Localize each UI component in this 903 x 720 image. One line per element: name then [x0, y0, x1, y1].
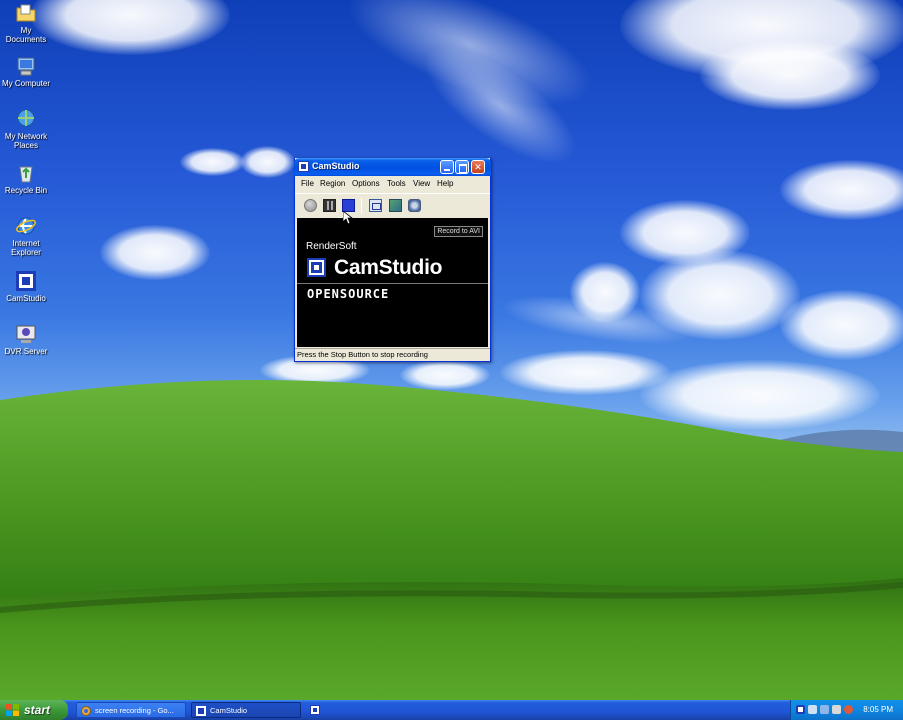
taskbar-item-browser[interactable]: screen recording - Go...	[76, 702, 186, 718]
clock[interactable]: 8:05 PM	[863, 700, 893, 720]
camstudio-window[interactable]: CamStudio ✕ File Region Options Tools Vi…	[294, 158, 491, 362]
start-label: start	[24, 703, 51, 717]
menu-tools[interactable]: Tools	[387, 179, 406, 188]
dvr-server-icon	[16, 325, 36, 343]
volume-tray-icon[interactable]	[832, 705, 841, 714]
camstudio-tray-icon[interactable]	[796, 705, 805, 714]
system-tray: 8:05 PM	[790, 700, 903, 720]
desktop-icon-label: My Documents	[5, 26, 47, 44]
brand-company: RenderSoft	[306, 241, 357, 252]
desktop-icon-camstudio[interactable]: CamStudio	[0, 270, 52, 303]
menu-options[interactable]: Options	[352, 179, 380, 188]
camstudio-quicklaunch-icon[interactable]	[310, 705, 320, 715]
window-title: CamStudio	[312, 161, 360, 171]
desktop-icon-label: CamStudio	[6, 294, 46, 303]
menu-help[interactable]: Help	[437, 179, 453, 188]
internet-explorer-icon	[16, 217, 36, 235]
record-tooltip: Record to AVI	[434, 226, 483, 237]
network-icon	[17, 109, 35, 127]
menu-bar: File Region Options Tools View Help	[295, 177, 490, 191]
toolbar	[295, 193, 490, 217]
desktop-icon-dvr-server[interactable]: DVR Server	[0, 323, 52, 356]
toolbar-separator	[361, 198, 362, 214]
desktop-icon-label: DVR Server	[4, 347, 48, 356]
settings-button[interactable]	[408, 199, 421, 212]
computer-icon	[17, 57, 35, 76]
camstudio-icon	[16, 271, 36, 291]
status-bar: Press the Stop Button to stop recording	[295, 348, 490, 361]
maximize-button[interactable]	[455, 160, 469, 174]
desktop-icon-my-documents[interactable]: My Documents	[0, 2, 52, 44]
display-tray-icon[interactable]	[820, 705, 829, 714]
camstudio-splash-panel: Record to AVI RenderSoft CamStudio OPENS…	[297, 218, 488, 347]
camstudio-logo-icon	[307, 258, 326, 277]
desktop-icon-label: Internet Explorer	[11, 239, 41, 257]
desktop-icon-label: My Computer	[1, 79, 50, 88]
taskbar-item-camstudio[interactable]: CamStudio	[191, 702, 301, 718]
windows-flag-icon	[6, 704, 19, 716]
window-titlebar[interactable]: CamStudio ✕	[294, 158, 491, 176]
brand-name: CamStudio	[334, 256, 443, 279]
record-button[interactable]	[304, 199, 317, 212]
desktop-icon-internet-explorer[interactable]: Internet Explorer	[0, 215, 52, 257]
camstudio-icon	[196, 706, 206, 716]
mouse-cursor-icon	[343, 211, 353, 225]
desktop-icon-label: Recycle Bin	[4, 186, 48, 195]
security-tray-icon[interactable]	[844, 705, 853, 714]
recycle-bin-icon	[19, 166, 33, 183]
region-button[interactable]	[369, 199, 382, 212]
folder-documents-icon	[16, 4, 36, 22]
desktop-icon-label: My Network Places	[4, 132, 48, 150]
task-label: screen recording - Go...	[95, 706, 174, 715]
desktop-icon-recycle-bin[interactable]: Recycle Bin	[0, 162, 52, 195]
desktop-icon-my-network-places[interactable]: My Network Places	[0, 108, 52, 150]
network-tray-icon[interactable]	[808, 705, 817, 714]
menu-view[interactable]: View	[413, 179, 430, 188]
task-label: CamStudio	[210, 706, 248, 715]
start-button[interactable]: start	[0, 700, 68, 720]
close-button[interactable]: ✕	[471, 160, 485, 174]
taskbar: start screen recording - Go... CamStudio…	[0, 700, 903, 720]
camstudio-icon	[298, 161, 309, 172]
brand-tagline: OPENSOURCE	[307, 287, 390, 301]
menu-region[interactable]: Region	[320, 179, 345, 188]
pause-button[interactable]	[323, 199, 336, 212]
minimize-button[interactable]	[440, 160, 454, 174]
browser-icon	[81, 706, 91, 716]
desktop-icon-my-computer[interactable]: My Computer	[0, 55, 52, 88]
menu-file[interactable]: File	[301, 179, 314, 188]
annotations-button[interactable]	[389, 199, 402, 212]
divider	[297, 283, 488, 284]
